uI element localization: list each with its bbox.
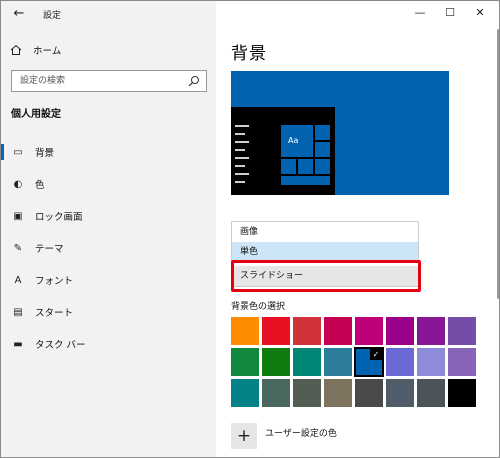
color-swatch[interactable] — [262, 317, 290, 345]
search-icon[interactable] — [188, 75, 200, 87]
color-swatch[interactable] — [417, 317, 445, 345]
color-swatch[interactable] — [293, 317, 321, 345]
color-swatch[interactable] — [448, 348, 476, 376]
sidebar-item[interactable]: ▬ タスク バー — [1, 328, 216, 360]
color-section-label: 背景色の選択 — [231, 302, 286, 312]
home-icon — [9, 43, 23, 57]
sidebar-item-label: ロック画面 — [35, 212, 83, 223]
sidebar-item-label: フォント — [35, 276, 74, 287]
section-heading: 個人用設定 — [11, 109, 61, 120]
color-swatch[interactable] — [262, 348, 290, 376]
color-swatch[interactable] — [417, 348, 445, 376]
color-swatch[interactable] — [355, 379, 383, 407]
settings-window: ← 設定 ホーム 個人用設定 ▭背景◐色▣ロック画面✎テーマAフォント▤スタート… — [0, 0, 500, 458]
color-swatch[interactable] — [231, 379, 259, 407]
preview-menu-lines — [235, 125, 251, 189]
plus-icon: + — [231, 423, 257, 449]
color-swatch-grid: ✓ — [231, 317, 476, 407]
preview-tiles: Aa — [281, 125, 335, 185]
color-swatch[interactable] — [324, 379, 352, 407]
window-title: 設定 — [43, 11, 62, 21]
color-swatch[interactable] — [231, 348, 259, 376]
color-swatch[interactable] — [448, 379, 476, 407]
color-swatch[interactable] — [448, 317, 476, 345]
sidebar: ← 設定 ホーム 個人用設定 ▭背景◐色▣ロック画面✎テーマAフォント▤スタート… — [1, 1, 216, 457]
sidebar-item-label: 色 — [35, 180, 45, 191]
sidebar-item-label: タスク バー — [35, 340, 86, 351]
page-title: 背景 — [231, 44, 267, 64]
sidebar-item[interactable]: ▤ スタート — [1, 296, 216, 328]
sidebar-item-label: スタート — [35, 308, 74, 319]
sidebar-item[interactable]: A フォント — [1, 264, 216, 296]
titlebar: ← 設定 — [1, 1, 216, 29]
search-input[interactable] — [12, 71, 182, 91]
minimize-icon[interactable]: — — [405, 3, 435, 23]
preview-start-menu: Aa — [231, 107, 335, 195]
dropdown-option[interactable]: 単色 — [232, 242, 418, 262]
close-icon[interactable]: ✕ — [465, 3, 495, 23]
color-swatch[interactable] — [231, 317, 259, 345]
nav-list: ▭ 背景 ◐ 色 ▣ ロック画面 ✎ テーマ A フォント ▤ スタート ▬ タスク バー — [1, 136, 216, 360]
sidebar-item-label: 背景 — [35, 148, 55, 159]
picture-icon: ▭ — [13, 146, 23, 158]
custom-color-label: ユーザー設定の色 — [265, 429, 337, 439]
color-swatch[interactable] — [293, 379, 321, 407]
sidebar-item[interactable]: ✎ テーマ — [1, 232, 216, 264]
custom-color-button[interactable]: + ユーザー設定の色 — [231, 423, 337, 449]
annotation-highlight — [231, 260, 421, 292]
preview-tile-text: Aa — [288, 136, 299, 145]
sidebar-item[interactable]: ▭ 背景 — [1, 136, 216, 168]
main-pane: — ☐ ✕ 背景 Aa 画像 単色 スライドショー 背景色の選択 ✓ + ユーザ… — [216, 1, 499, 457]
font-icon: A — [14, 274, 22, 286]
color-swatch[interactable]: ✓ — [354, 347, 384, 377]
background-preview: Aa — [231, 71, 449, 195]
color-swatch[interactable] — [324, 317, 352, 345]
color-swatch[interactable] — [386, 348, 414, 376]
maximize-icon[interactable]: ☐ — [435, 3, 465, 23]
color-swatch[interactable] — [293, 348, 321, 376]
color-swatch[interactable] — [386, 317, 414, 345]
palette-icon: ◐ — [13, 178, 23, 190]
color-swatch[interactable] — [386, 379, 414, 407]
search-box — [11, 70, 207, 92]
home-label: ホーム — [33, 46, 62, 57]
back-arrow-icon[interactable]: ← — [9, 5, 29, 23]
home-nav-item[interactable]: ホーム — [9, 41, 61, 59]
dropdown-option[interactable]: 画像 — [232, 222, 418, 242]
sidebar-item-label: テーマ — [35, 244, 64, 255]
preview-tile-large: Aa — [281, 125, 313, 157]
lock-screen-icon: ▣ — [13, 210, 23, 222]
checkmark-icon: ✓ — [370, 349, 382, 360]
theme-icon: ✎ — [13, 242, 23, 254]
sidebar-item[interactable]: ◐ 色 — [1, 168, 216, 200]
sidebar-item[interactable]: ▣ ロック画面 — [1, 200, 216, 232]
color-swatch[interactable] — [355, 317, 383, 345]
window-controls: — ☐ ✕ — [405, 3, 495, 23]
color-swatch[interactable] — [262, 379, 290, 407]
color-swatch[interactable] — [324, 348, 352, 376]
start-icon: ▤ — [13, 306, 23, 318]
taskbar-icon: ▬ — [13, 338, 23, 350]
color-swatch[interactable] — [417, 379, 445, 407]
